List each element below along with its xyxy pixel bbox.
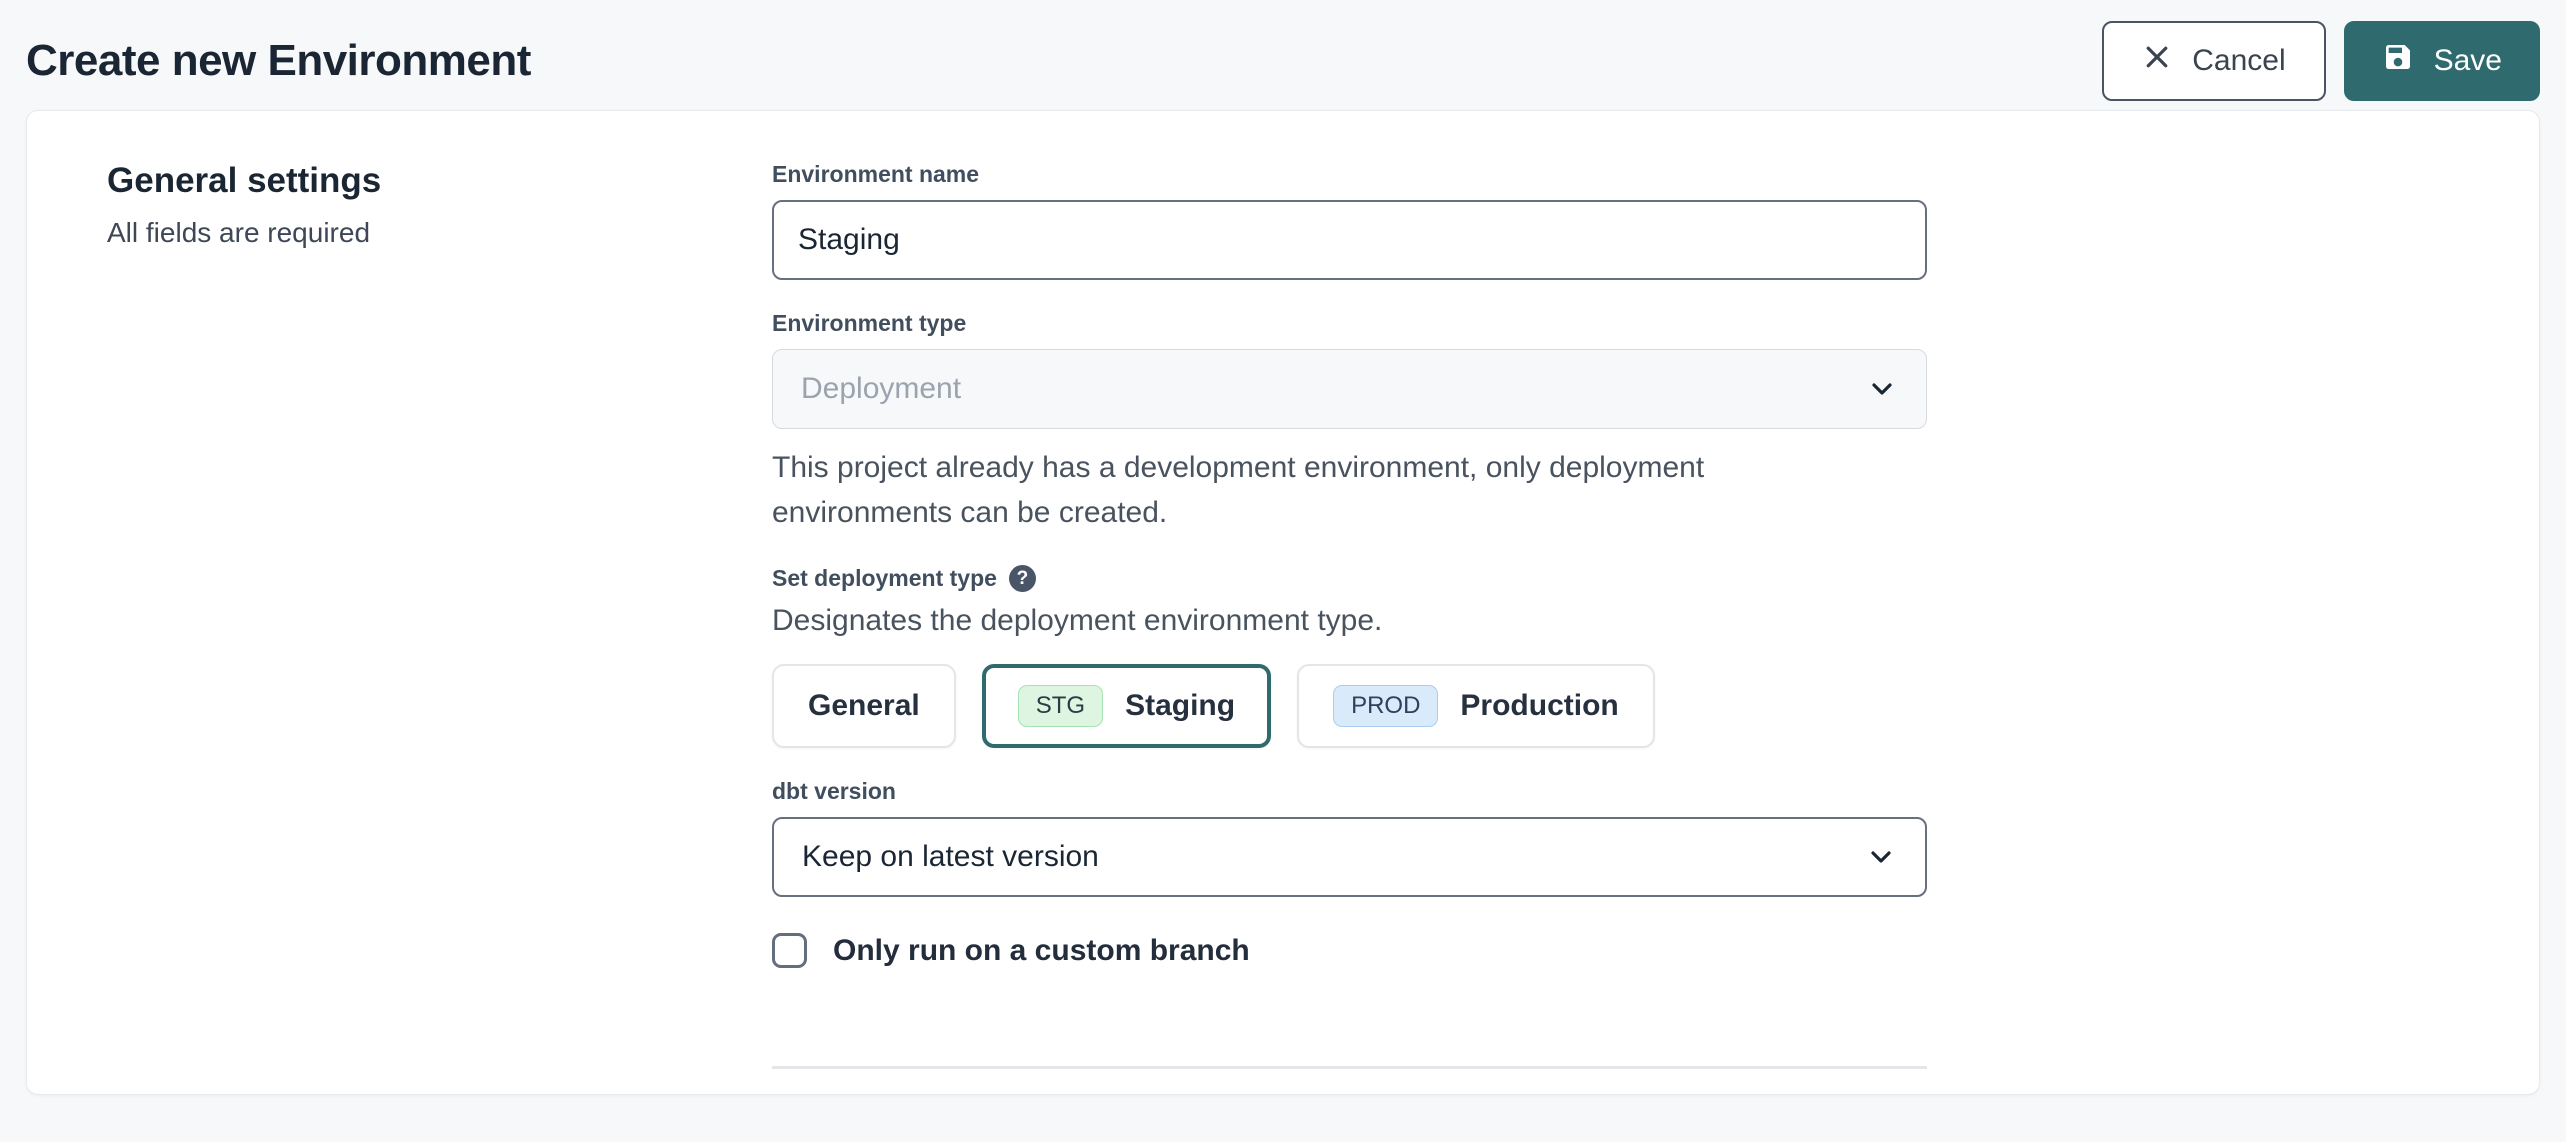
deployment-type-production-label: Production [1460, 689, 1618, 723]
page-header: Create new Environment Cancel Save [0, 0, 2566, 110]
environment-name-label: Environment name [772, 161, 1927, 188]
section-subtitle: All fields are required [107, 217, 772, 249]
dbt-version-select[interactable]: Keep on latest version [772, 817, 1927, 897]
deployment-type-staging-button[interactable]: STG Staging [982, 664, 1271, 748]
help-icon[interactable]: ? [1009, 565, 1036, 592]
custom-branch-checkbox[interactable] [772, 933, 807, 968]
environment-form: Environment name Environment type Deploy… [772, 161, 1927, 1069]
settings-card: General settings All fields are required… [26, 110, 2540, 1095]
cancel-button-label: Cancel [2192, 44, 2285, 78]
save-button[interactable]: Save [2344, 21, 2540, 101]
deployment-type-production-button[interactable]: PROD Production [1297, 664, 1655, 748]
deployment-type-general-button[interactable]: General [772, 664, 956, 748]
dbt-version-value: Keep on latest version [802, 840, 1099, 874]
dbt-version-label: dbt version [772, 778, 1927, 805]
stg-badge: STG [1018, 685, 1103, 727]
custom-branch-row: Only run on a custom branch [772, 933, 1927, 968]
environment-type-label: Environment type [772, 310, 1927, 337]
environment-type-select[interactable]: Deployment [772, 349, 1927, 429]
environment-type-field: Environment type Deployment This project… [772, 310, 1927, 535]
chevron-down-icon [1866, 373, 1898, 405]
deployment-type-description: Designates the deployment environment ty… [772, 604, 1927, 638]
x-icon [2142, 42, 2172, 80]
save-button-label: Save [2434, 44, 2502, 78]
dbt-version-field: dbt version Keep on latest version [772, 778, 1927, 897]
custom-branch-label[interactable]: Only run on a custom branch [833, 934, 1250, 968]
deployment-type-field: Set deployment type ? Designates the dep… [772, 565, 1927, 748]
deployment-type-staging-label: Staging [1125, 689, 1235, 723]
section-title: General settings [107, 161, 772, 201]
page-title: Create new Environment [26, 36, 531, 86]
environment-name-input[interactable] [772, 200, 1927, 280]
chevron-down-icon [1865, 841, 1897, 873]
cancel-button[interactable]: Cancel [2102, 21, 2325, 101]
section-divider [772, 1066, 1927, 1069]
prod-badge: PROD [1333, 685, 1438, 727]
deployment-type-options: General STG Staging PROD Production [772, 664, 1927, 748]
header-actions: Cancel Save [2102, 21, 2540, 101]
environment-type-value: Deployment [801, 372, 961, 406]
deployment-type-general-label: General [808, 689, 920, 723]
deployment-type-label: Set deployment type [772, 565, 997, 592]
section-heading-column: General settings All fields are required [107, 161, 772, 1069]
environment-type-help-text: This project already has a development e… [772, 445, 1892, 535]
environment-name-field: Environment name [772, 161, 1927, 280]
floppy-disk-icon [2382, 41, 2414, 81]
